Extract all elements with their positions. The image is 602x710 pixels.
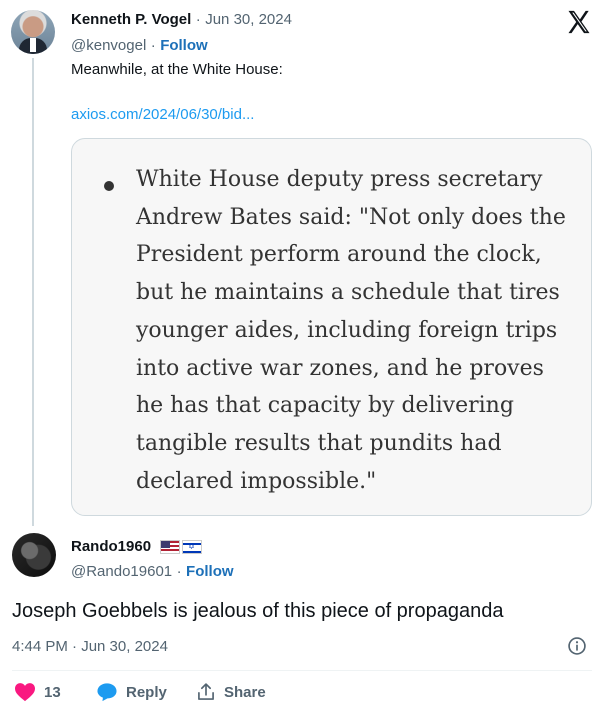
heart-icon bbox=[15, 683, 35, 702]
avatar-shirt bbox=[30, 38, 36, 52]
author-handle-row: @kenvogel · Follow bbox=[71, 37, 208, 55]
reply-button[interactable]: Reply bbox=[96, 682, 196, 702]
quote-text: White House deputy press secretary Andre… bbox=[136, 167, 566, 494]
author-handle[interactable]: @kenvogel bbox=[71, 37, 146, 54]
follow-button[interactable]: Follow bbox=[160, 37, 208, 54]
like-count: 13 bbox=[44, 683, 61, 701]
header-dot: · bbox=[195, 11, 201, 28]
avatar-kenneth-vogel[interactable] bbox=[11, 10, 55, 54]
link-preview-card[interactable]: White House deputy press secretary Andre… bbox=[71, 138, 592, 516]
action-bar: 13 Reply Share bbox=[14, 682, 266, 702]
tweet-date[interactable]: Jun 30, 2024 bbox=[205, 11, 292, 28]
tweet-link[interactable]: axios.com/2024/06/30/bid... bbox=[71, 106, 254, 123]
reply-bubble-icon bbox=[97, 683, 117, 702]
follow-separator: · bbox=[150, 37, 156, 54]
reply-handle-row: @Rando19601 · Follow bbox=[71, 563, 234, 581]
reply-header: Rando1960 ✡ bbox=[71, 538, 202, 556]
divider bbox=[12, 670, 592, 671]
reply-handle[interactable]: @Rando19601 bbox=[71, 563, 172, 580]
reply-author-name[interactable]: Rando1960 bbox=[71, 538, 151, 555]
reply-text: Joseph Goebbels is jealous of this piece… bbox=[12, 600, 504, 622]
share-label: Share bbox=[224, 683, 266, 701]
tweet-text: Meanwhile, at the White House: bbox=[71, 61, 283, 78]
info-icon[interactable] bbox=[567, 636, 587, 656]
reply-timestamp[interactable]: 4:44 PM · Jun 30, 2024 bbox=[12, 638, 168, 655]
israel-flag-icon: ✡ bbox=[181, 539, 202, 554]
share-button[interactable]: Share bbox=[196, 682, 266, 702]
author-name[interactable]: Kenneth P. Vogel bbox=[71, 11, 191, 28]
x-logo-icon[interactable] bbox=[565, 8, 593, 36]
bullet-point bbox=[104, 181, 114, 191]
reply-label: Reply bbox=[126, 683, 167, 701]
us-flag-icon bbox=[159, 539, 180, 554]
thread-line bbox=[32, 58, 34, 526]
tweet-header: Kenneth P. Vogel · Jun 30, 2024 bbox=[71, 11, 292, 29]
like-button[interactable]: 13 bbox=[14, 682, 96, 702]
reply-follow-button[interactable]: Follow bbox=[186, 563, 234, 580]
avatar-rando1960[interactable] bbox=[12, 533, 56, 577]
share-icon bbox=[198, 683, 214, 700]
reply-follow-separator: · bbox=[176, 563, 182, 580]
flag-emojis: ✡ bbox=[159, 539, 202, 554]
